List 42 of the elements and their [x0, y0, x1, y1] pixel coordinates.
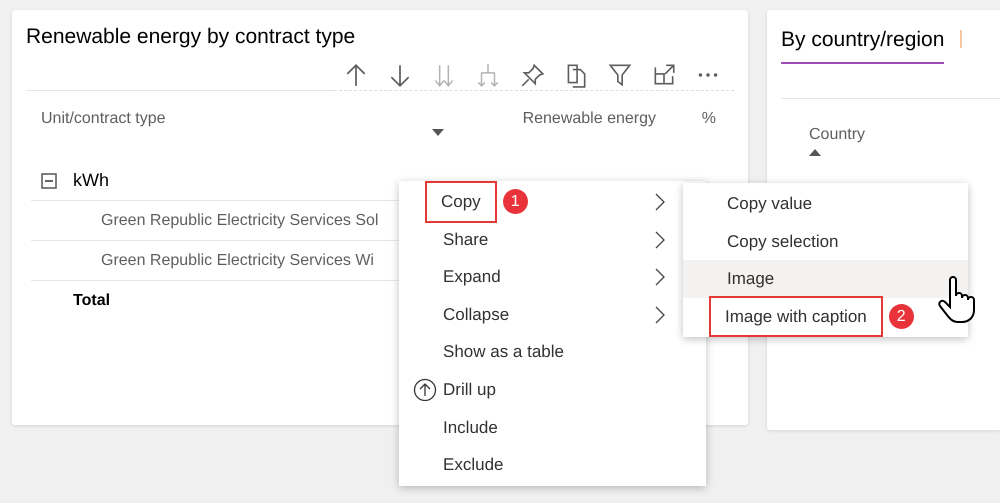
menu-item[interactable]: Exclude	[399, 446, 679, 484]
drill-up-icon	[413, 378, 437, 402]
menu-label: Expand	[443, 266, 501, 288]
visual-title: Renewable energy by contract type	[26, 24, 356, 50]
highlighted-menu-label: Copy	[427, 183, 495, 221]
row-label: Green Republic Electricity Services Wi	[101, 250, 374, 271]
row-label: Green Republic Electricity Services Sol	[101, 210, 378, 231]
menu-label: Exclude	[443, 454, 504, 476]
menu-label: Share	[443, 228, 488, 251]
menu-item[interactable]: Expand	[399, 258, 679, 296]
pin-icon[interactable]	[520, 62, 544, 88]
up-arrow-icon[interactable]	[344, 62, 368, 88]
sort-caret-icon[interactable]	[432, 129, 444, 136]
menu-label: Copy selection	[727, 230, 839, 253]
menu-item[interactable]: Collapse	[399, 296, 679, 334]
filter-icon[interactable]	[608, 62, 632, 88]
menu-label: Include	[443, 416, 498, 439]
group-label: kWh	[73, 169, 109, 192]
step-badge: 2	[888, 304, 914, 330]
menu-item[interactable]: Show as a table	[399, 333, 679, 371]
sort-caret-icon[interactable]	[809, 148, 821, 156]
menu-item[interactable]: Copy 1	[399, 183, 679, 221]
menu-label: Collapse	[443, 304, 510, 326]
menu-item[interactable]: Copy selection	[683, 222, 968, 260]
column-header[interactable]: %	[702, 110, 716, 128]
menu-item[interactable]: Copy value	[683, 185, 968, 223]
collapse-icon[interactable]	[41, 172, 57, 189]
menu-item[interactable]: Share	[399, 220, 679, 258]
column-header[interactable]: Country	[809, 122, 1000, 146]
menu-item[interactable]: Image	[683, 260, 968, 298]
menu-label: Image	[727, 268, 774, 290]
menu-label: Copy value	[727, 193, 812, 216]
step-badge: 1	[502, 189, 528, 214]
highlighted-menu-label: Image with caption	[711, 298, 881, 336]
menu-item[interactable]: Include	[399, 408, 679, 446]
menu-label: Drill up	[443, 379, 496, 402]
visual-tab[interactable]: By country/region	[781, 24, 944, 64]
menu-item[interactable]: Drill up	[399, 370, 679, 409]
column-header[interactable]: Renewable energy	[522, 107, 656, 162]
total-label: Total	[73, 291, 110, 312]
column-header[interactable]: Unit/contract type	[41, 110, 166, 128]
menu-label: Show as a table	[443, 341, 564, 364]
